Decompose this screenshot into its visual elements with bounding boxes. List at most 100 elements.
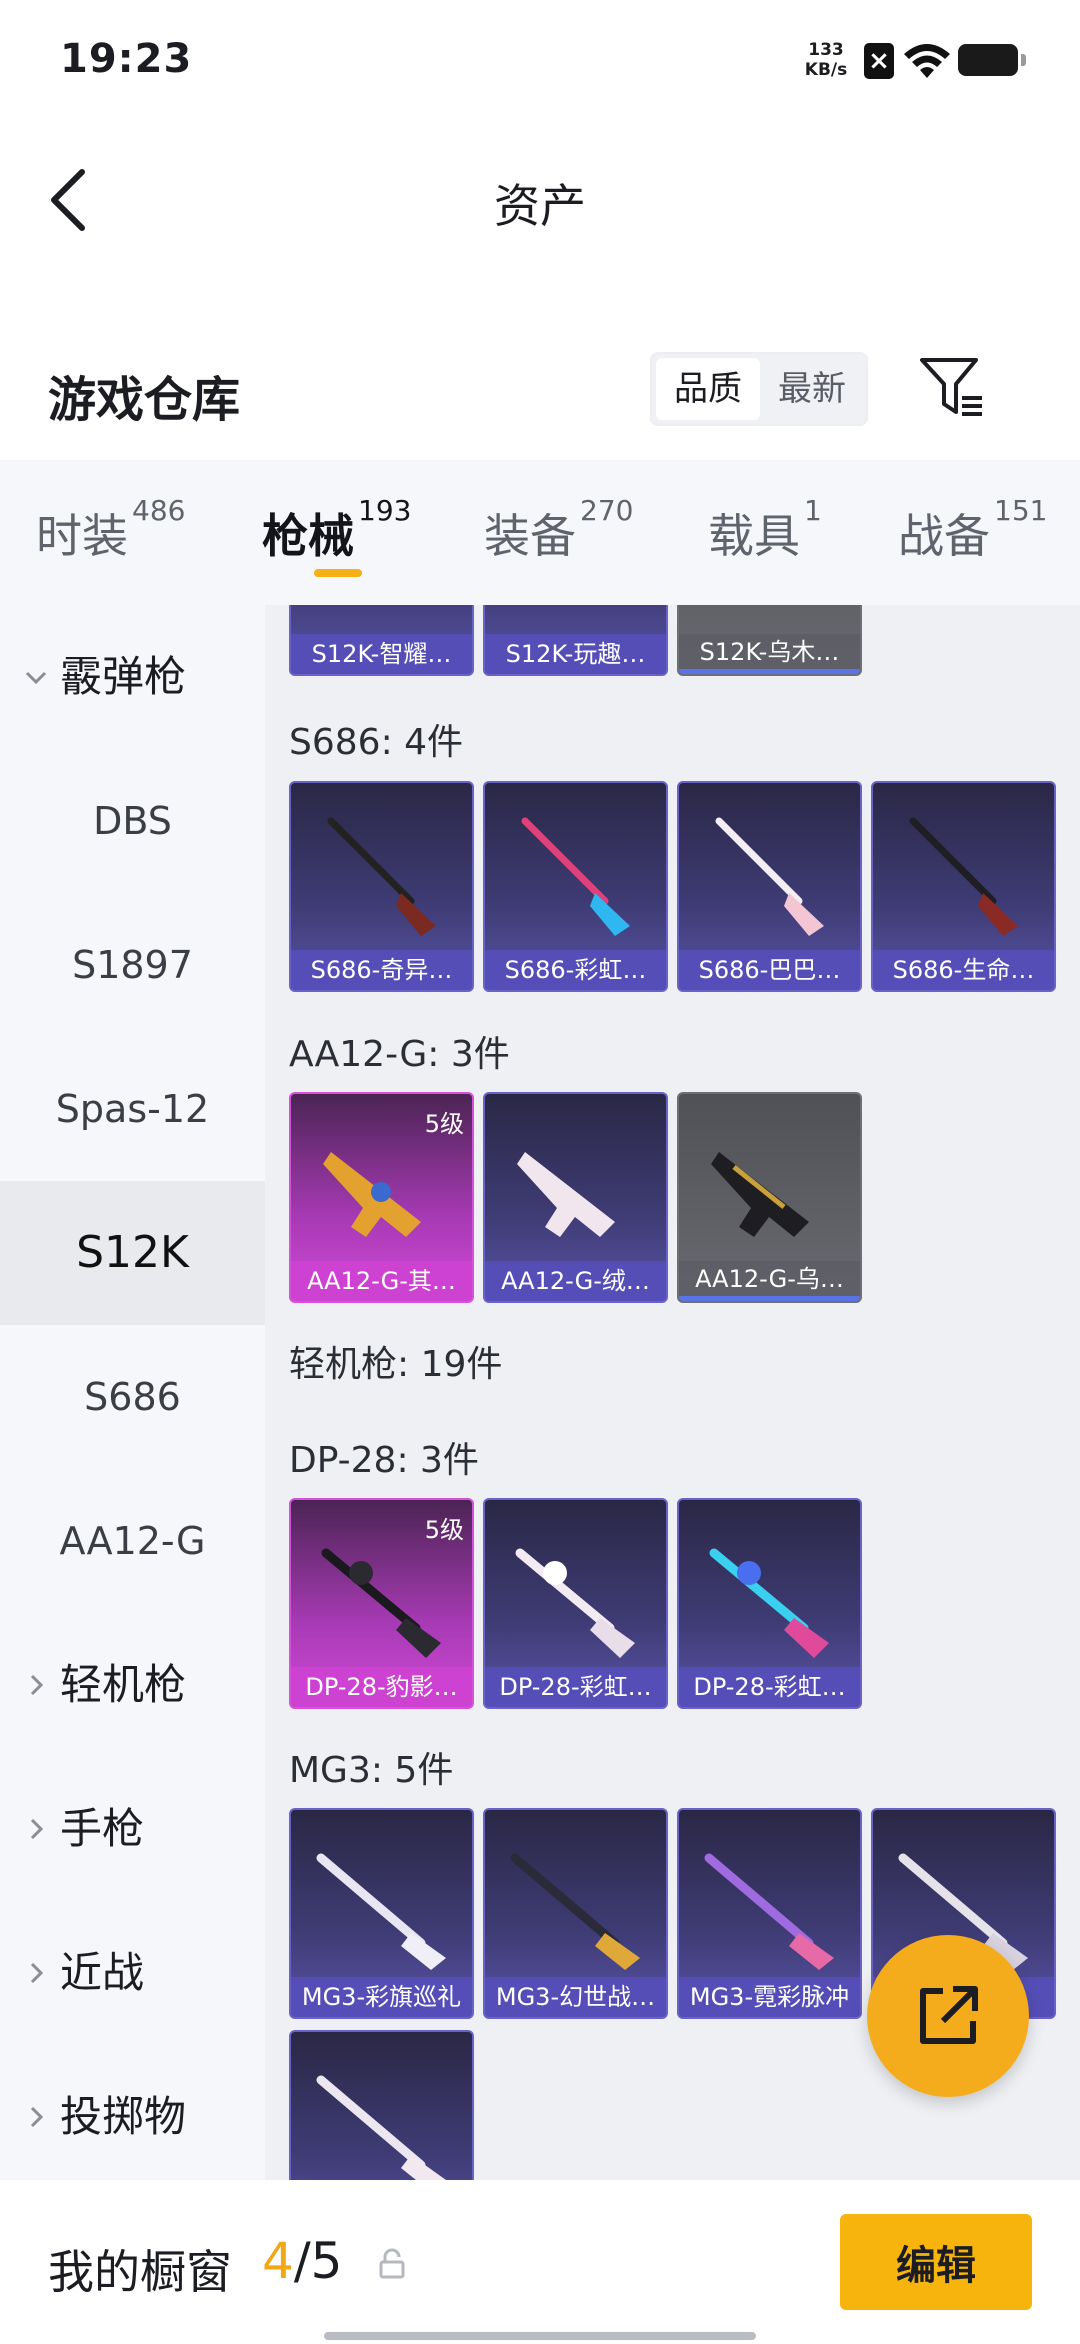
sidebar-item-spas12[interactable]: Spas-12 [0, 1037, 265, 1181]
weapon-card-name: S686-生命… [873, 950, 1054, 990]
sidebar-group-shotgun[interactable]: 霰弹枪 [0, 605, 265, 749]
home-indicator [324, 2332, 756, 2340]
weapon-card[interactable]: S686-巴巴… [677, 781, 862, 992]
lmg-image [515, 1548, 635, 1658]
sidebar-item-s12k[interactable]: S12K [0, 1181, 265, 1325]
chevron-right-icon [30, 1962, 44, 1984]
tab-count: 151 [994, 494, 1048, 527]
page-title: 资产 [494, 179, 586, 233]
sort-toggle: 品质 最新 [650, 352, 868, 426]
weapon-card[interactable]: AA12-G-乌… [677, 1092, 862, 1303]
category-tabs: 时装 486 枪械 193 装备 270 载具 1 战备 151 [0, 460, 1080, 605]
group-label-mg3: MG3: 5件 [289, 1750, 454, 1791]
weapon-card[interactable]: S12K-智耀… [289, 605, 474, 676]
shotgun-image [327, 817, 436, 936]
weapon-card[interactable]: MG3-彩旗巡礼 [289, 1808, 474, 2019]
sidebar-group-pistol[interactable]: 手枪 [0, 1757, 265, 1901]
sidebar-group-label: 手枪 [60, 1804, 145, 1853]
tab-label: 时装 [36, 509, 128, 563]
chevron-right-icon [30, 1818, 44, 1840]
weapon-card[interactable]: S686-彩虹… [483, 781, 668, 992]
tab-equipment[interactable]: 装备 270 [484, 494, 633, 566]
weapon-card[interactable]: MG3-幻世战… [483, 1808, 668, 2019]
weapon-card[interactable]: AA12-G-绒… [483, 1092, 668, 1303]
weapon-card[interactable]: 5级 AA12-G-其… [289, 1092, 474, 1303]
showcase-current: 4 [262, 2232, 294, 2290]
edit-button[interactable]: 编辑 [840, 2214, 1032, 2310]
showcase-total: /5 [293, 2232, 343, 2290]
network-speed-value: 133 [808, 40, 844, 60]
group-label-lmg: 轻机枪: 19件 [289, 1344, 503, 1385]
weapon-card-name: DP-28-彩虹… [485, 1667, 666, 1707]
wifi-icon [904, 44, 950, 78]
filter-icon[interactable] [918, 354, 986, 420]
weapon-card-name: S686-彩虹… [485, 950, 666, 990]
tab-firearms[interactable]: 枪械 193 [262, 494, 411, 566]
sidebar-item-s686[interactable]: S686 [0, 1325, 265, 1469]
lock-icon [379, 2248, 405, 2279]
weapon-card-name: AA12-G-乌… [679, 1261, 860, 1301]
rifle-image [323, 1152, 421, 1237]
lmg-image [316, 1853, 446, 1970]
weapon-card[interactable]: 5级 DP-28-豹影… [289, 1498, 474, 1709]
sidebar-item-aa12g[interactable]: AA12-G [0, 1469, 265, 1613]
chevron-down-icon [25, 671, 47, 685]
weapon-card[interactable] [289, 2030, 474, 2180]
weapon-card[interactable]: MG3-霓彩脉冲 [677, 1808, 862, 2019]
sidebar-group-label: 霰弹枪 [60, 652, 187, 701]
lmg-image [704, 1853, 834, 1970]
chevron-right-icon [30, 2106, 44, 2128]
sort-newest-button[interactable]: 最新 [760, 358, 864, 420]
sidebar-group-lmg[interactable]: 轻机枪 [0, 1613, 265, 1757]
weapon-card-name: AA12-G-绒… [485, 1261, 666, 1301]
weapon-card-name: S12K-智耀… [291, 634, 472, 674]
sidebar-group-label: 投掷物 [60, 2092, 187, 2141]
no-sim-icon: × [864, 43, 894, 79]
weapon-card[interactable]: S12K-乌木… [677, 605, 862, 676]
tab-count: 270 [580, 494, 634, 527]
status-time: 19:23 [60, 36, 193, 82]
sidebar-group-throwable[interactable]: 投掷物 [0, 2045, 265, 2189]
weapon-card[interactable]: DP-28-彩虹… [677, 1498, 862, 1709]
weapon-card[interactable]: S686-奇异… [289, 781, 474, 992]
weapon-card-name: MG3-霓彩脉冲 [679, 1977, 860, 2017]
group-label-dp28: DP-28: 3件 [289, 1440, 479, 1481]
tab-label: 枪械 [262, 509, 354, 563]
weapon-card-name: S12K-乌木… [679, 634, 860, 674]
weapon-card[interactable]: S12K-玩趣… [483, 605, 668, 676]
weapon-type-sidebar: 霰弹枪 DBS S1897 Spas-12 S12K S686 AA12-G 轻… [0, 605, 265, 2180]
weapon-card-name: DP-28-彩虹… [679, 1667, 860, 1707]
shotgun-image [521, 817, 630, 936]
showcase-count: 4/5 [262, 2232, 342, 2290]
share-fab-button[interactable] [867, 1935, 1029, 2097]
status-bar: 19:23 133 KB/s × [0, 0, 1080, 120]
lmg-image [709, 1548, 829, 1658]
group-label-s686: S686: 4件 [289, 722, 464, 763]
weapon-card[interactable]: S686-生命… [871, 781, 1056, 992]
sidebar-group-melee[interactable]: 近战 [0, 1901, 265, 2045]
network-speed: 133 KB/s [800, 40, 852, 80]
warehouse-header: 游戏仓库 品质 最新 [0, 330, 1080, 450]
shotgun-image [909, 817, 1018, 936]
sort-quality-button[interactable]: 品质 [656, 358, 760, 420]
tab-fashion[interactable]: 时装 486 [36, 494, 185, 566]
lmg-image [321, 1548, 441, 1658]
lmg-image [510, 1853, 640, 1970]
sidebar-item-s1897[interactable]: S1897 [0, 893, 265, 1037]
active-tab-indicator [314, 569, 362, 577]
tab-supplies[interactable]: 战备 151 [898, 494, 1047, 566]
tab-label: 战备 [898, 509, 990, 563]
nav-bar: 资产 [0, 120, 1080, 280]
weapon-card-name: DP-28-豹影… [291, 1667, 472, 1707]
rifle-image [711, 1152, 809, 1237]
sidebar-item-dbs[interactable]: DBS [0, 749, 265, 893]
showcase-label: 我的橱窗 [48, 2245, 232, 2299]
lmg-image [316, 2075, 446, 2180]
network-speed-unit: KB/s [804, 60, 848, 80]
weapon-card[interactable]: DP-28-彩虹… [483, 1498, 668, 1709]
shotgun-image [715, 817, 824, 936]
weapon-card-name: AA12-G-其… [291, 1261, 472, 1301]
tab-count: 1 [804, 494, 822, 527]
group-label-aa12g: AA12-G: 3件 [289, 1034, 510, 1075]
tab-vehicles[interactable]: 载具 1 [708, 494, 822, 566]
